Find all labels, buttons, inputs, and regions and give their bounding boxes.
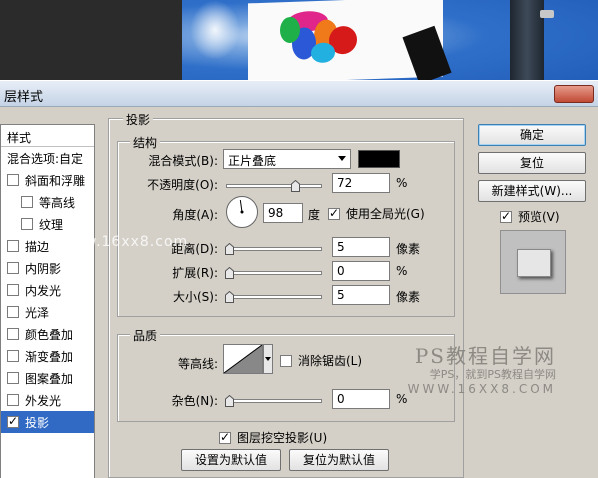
contour-dropdown-button[interactable] <box>263 344 273 374</box>
style-item[interactable]: 图案叠加 <box>1 367 94 389</box>
distance-input[interactable]: 5 <box>332 237 390 257</box>
quality-group: 品质 等高线: 消除锯齿(L) 杂色(N): 0 % <box>117 327 455 422</box>
knockout-checkbox[interactable]: 图层挖空投影(U) <box>219 429 327 446</box>
spread-slider-thumb[interactable] <box>225 267 234 279</box>
checkbox-icon[interactable] <box>7 240 19 252</box>
checkbox-icon[interactable] <box>7 394 19 406</box>
size-slider[interactable] <box>225 291 322 303</box>
style-item[interactable]: 等高线 <box>1 191 94 213</box>
distance-slider[interactable] <box>225 243 322 255</box>
drop-shadow-title: 投影 <box>123 111 154 128</box>
close-button[interactable] <box>554 85 594 103</box>
style-list: 样式 混合选项:自定 斜面和浮雕 等高线 纹理 描边 内阴影 内发光 光泽 颜色叠加 渐变叠加图… <box>0 124 95 478</box>
new-style-button[interactable]: 新建样式(W)... <box>478 180 586 202</box>
distance-unit: 像素 <box>396 242 421 256</box>
noise-slider-thumb[interactable] <box>225 395 234 407</box>
angle-dial[interactable] <box>226 196 258 228</box>
size-unit: 像素 <box>396 290 421 304</box>
blend-mode-label: 混合模式(B): <box>148 154 218 168</box>
noise-unit: % <box>396 392 408 406</box>
opacity-slider-thumb[interactable] <box>291 180 301 192</box>
opacity-input[interactable]: 72 <box>332 173 390 193</box>
drop-shadow-group: 投影 结构 混合模式(B): 正片叠底 不透明度(O): 72 % 角度(A): <box>108 111 464 478</box>
opacity-unit: % <box>396 176 408 190</box>
structure-title: 结构 <box>130 134 161 151</box>
checkbox-icon[interactable] <box>7 284 19 296</box>
style-item[interactable]: 光泽 <box>1 301 94 323</box>
spread-label: 扩展(R): <box>172 266 218 280</box>
opacity-label: 不透明度(O): <box>147 178 218 192</box>
style-item[interactable]: 纹理 <box>1 213 94 235</box>
distance-slider-thumb[interactable] <box>225 243 234 255</box>
structure-group: 结构 混合模式(B): 正片叠底 不透明度(O): 72 % 角度(A): 98… <box>117 134 455 317</box>
style-list-header[interactable]: 样式 <box>1 125 94 147</box>
spread-input[interactable]: 0 <box>332 261 390 281</box>
quality-title: 品质 <box>130 327 161 344</box>
watermark-url-overlay: www.16xx8.com <box>60 234 189 250</box>
checkbox-icon <box>219 430 231 444</box>
background-photo <box>0 0 598 90</box>
noise-slider[interactable] <box>225 395 322 407</box>
blending-options-item[interactable]: 混合选项:自定 <box>1 147 94 169</box>
size-input[interactable]: 5 <box>332 285 390 305</box>
noise-label: 杂色(N): <box>171 394 218 408</box>
blend-mode-select[interactable]: 正片叠底 <box>223 149 351 169</box>
checkbox-icon <box>500 209 512 223</box>
checkbox-icon[interactable] <box>7 262 19 274</box>
style-item[interactable]: 渐变叠加 <box>1 345 94 367</box>
checkbox-icon[interactable] <box>7 174 19 186</box>
style-item[interactable]: 内阴影 <box>1 257 94 279</box>
ok-button[interactable]: 确定 <box>478 124 586 146</box>
checkbox-icon[interactable] <box>7 306 19 318</box>
angle-unit: 度 <box>308 208 321 222</box>
layer-style-dialog: 层样式 样式 混合选项:自定 斜面和浮雕 等高线 纹理 描边 内阴影 内发光 光泽 颜色叠加渐… <box>0 80 598 478</box>
style-preview <box>500 230 566 294</box>
contour-picker[interactable] <box>223 344 263 374</box>
checkbox-icon <box>328 206 340 220</box>
watermark-url: WWW.16XX8.COM <box>407 382 556 396</box>
watermark-brand: PS教程自学网 <box>414 344 556 368</box>
spread-unit: % <box>396 264 408 278</box>
checkbox-icon <box>280 354 292 367</box>
chevron-down-icon <box>265 357 271 361</box>
chevron-down-icon <box>338 156 346 161</box>
set-default-button[interactable]: 设置为默认值 <box>181 449 281 471</box>
checkbox-icon[interactable] <box>7 350 19 362</box>
spread-slider[interactable] <box>225 267 322 279</box>
shadow-color-swatch[interactable] <box>358 150 400 168</box>
checkbox-icon[interactable] <box>7 328 19 340</box>
contour-label: 等高线: <box>177 357 218 371</box>
checkbox-icon[interactable] <box>7 372 19 384</box>
global-light-checkbox[interactable]: 使用全局光(G) <box>328 205 425 222</box>
checkbox-icon[interactable] <box>7 414 19 428</box>
style-item[interactable]: 内发光 <box>1 279 94 301</box>
style-item[interactable]: 斜面和浮雕 <box>1 169 94 191</box>
size-slider-thumb[interactable] <box>225 291 234 303</box>
preview-checkbox[interactable]: 预览(V) <box>500 208 560 225</box>
checkbox-icon[interactable] <box>21 196 33 208</box>
style-item[interactable]: 颜色叠加 <box>1 323 94 345</box>
style-item[interactable]: 投影 <box>1 411 94 433</box>
angle-label: 角度(A): <box>172 208 218 222</box>
watermark-slogan: 学PS，就到PS教程自学网 <box>429 368 556 381</box>
angle-input[interactable]: 98 <box>263 203 303 223</box>
checkbox-icon[interactable] <box>21 218 33 230</box>
style-item[interactable]: 外发光 <box>1 389 94 411</box>
reset-button[interactable]: 复位 <box>478 152 586 174</box>
dialog-titlebar: 层样式 <box>0 81 598 107</box>
dialog-title: 层样式 <box>4 90 44 105</box>
size-label: 大小(S): <box>172 290 218 304</box>
reset-default-button[interactable]: 复位为默认值 <box>289 449 389 471</box>
opacity-slider[interactable] <box>226 180 322 192</box>
noise-input[interactable]: 0 <box>332 389 390 409</box>
antialias-checkbox[interactable]: 消除锯齿(L) <box>280 352 362 369</box>
